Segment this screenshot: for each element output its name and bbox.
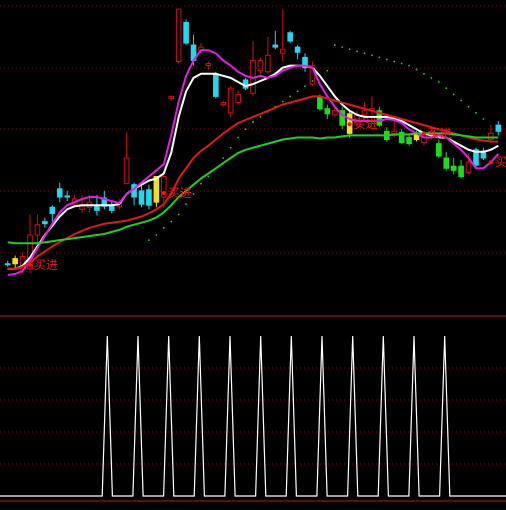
trail-dot: [155, 234, 158, 236]
indicator-line: [0, 335, 506, 497]
trail-dot: [400, 62, 403, 65]
signal-label: 买进: [168, 186, 192, 200]
trail-dot: [289, 95, 292, 98]
trail-dot: [222, 157, 225, 159]
trail-dot: [162, 226, 165, 229]
trail-dot: [452, 93, 455, 96]
candle-body: [168, 95, 175, 99]
candle-body: [317, 95, 323, 110]
trail-dot: [348, 48, 351, 51]
trail-dot: [229, 146, 232, 149]
trail-dot: [415, 68, 418, 71]
candle-body: [175, 8, 182, 62]
candle-body: [324, 108, 331, 115]
candle-body: [227, 87, 234, 114]
signal-label: 买进: [428, 126, 452, 140]
candle-body: [361, 110, 368, 116]
trail-dot: [281, 100, 284, 103]
trail-dot: [408, 64, 410, 67]
candle-body: [213, 73, 219, 97]
trail-dot: [244, 128, 247, 131]
candle-body: [34, 224, 41, 236]
trail-dot: [430, 77, 433, 79]
signal-label: 买进: [495, 155, 506, 169]
trail-dot: [423, 72, 425, 75]
candle-body: [294, 46, 301, 53]
signal-marker: [488, 160, 493, 165]
candle-body: [436, 143, 442, 157]
moving-average-line: [7, 132, 499, 245]
candle-body: [49, 206, 56, 214]
trail-dot: [304, 85, 306, 88]
trail-dot: [296, 90, 299, 93]
signal-label: 买进: [354, 117, 378, 131]
trail-dot: [311, 80, 314, 82]
candle-body: [79, 205, 85, 210]
candle-body: [331, 110, 338, 116]
signal-marker: [347, 122, 352, 127]
candle-body: [465, 161, 472, 173]
trail-dot: [252, 121, 254, 123]
candle-body: [458, 165, 464, 177]
candle-body: [265, 54, 271, 73]
candle-body: [272, 44, 279, 48]
candle-body: [443, 157, 450, 169]
candle-body: [495, 124, 502, 132]
trail-dot: [192, 193, 195, 195]
candle-body: [205, 63, 212, 67]
trail-dot: [356, 50, 358, 53]
trail-dot: [385, 58, 388, 61]
candle-body: [153, 175, 160, 203]
trail-dot: [333, 44, 336, 46]
trail-dot: [460, 99, 463, 102]
candle-body: [146, 189, 152, 206]
trail-dot: [341, 46, 344, 49]
candle-body: [220, 102, 227, 106]
trail-dot: [363, 52, 366, 55]
trail-dot: [148, 239, 150, 242]
candle-body: [64, 195, 70, 198]
candle-body: [257, 59, 264, 72]
signal-label: 买进: [34, 258, 58, 272]
candle-body: [287, 32, 293, 42]
signal-marker: [28, 262, 33, 267]
trail-dot: [467, 105, 470, 108]
trail-dot: [445, 87, 448, 90]
signal-marker: [161, 191, 166, 196]
candle-body: [183, 21, 189, 44]
price-panel: 买进买进买进买进买进: [4, 8, 506, 276]
candle-body: [56, 188, 63, 198]
candle-body: [279, 48, 286, 54]
trail-dot: [437, 81, 440, 83]
trail-dot: [482, 118, 485, 120]
trail-dot: [185, 203, 188, 206]
indicator-panel: [0, 335, 506, 497]
trail-dot: [177, 213, 180, 216]
trail-dot: [259, 116, 262, 118]
candle-body: [4, 263, 11, 266]
trail-dot: [371, 54, 373, 57]
signal-marker: [421, 131, 426, 136]
trail-dot: [237, 136, 240, 139]
candle-body: [123, 157, 130, 185]
candle-body: [488, 132, 494, 141]
chart-canvas: 买进买进买进买进买进: [0, 5, 506, 502]
trail-dot: [200, 182, 202, 185]
trail-dot: [475, 111, 477, 114]
candle-body: [42, 221, 48, 225]
trail-dot: [378, 56, 381, 59]
trail-dot: [170, 220, 173, 223]
candle-body: [406, 136, 412, 145]
candle-body: [12, 258, 18, 265]
candle-body: [138, 190, 145, 205]
candle-body: [235, 93, 241, 104]
trail-dot: [207, 175, 210, 178]
trail-dot: [326, 69, 329, 72]
trail-dot: [393, 60, 396, 63]
candle-body: [450, 165, 457, 171]
